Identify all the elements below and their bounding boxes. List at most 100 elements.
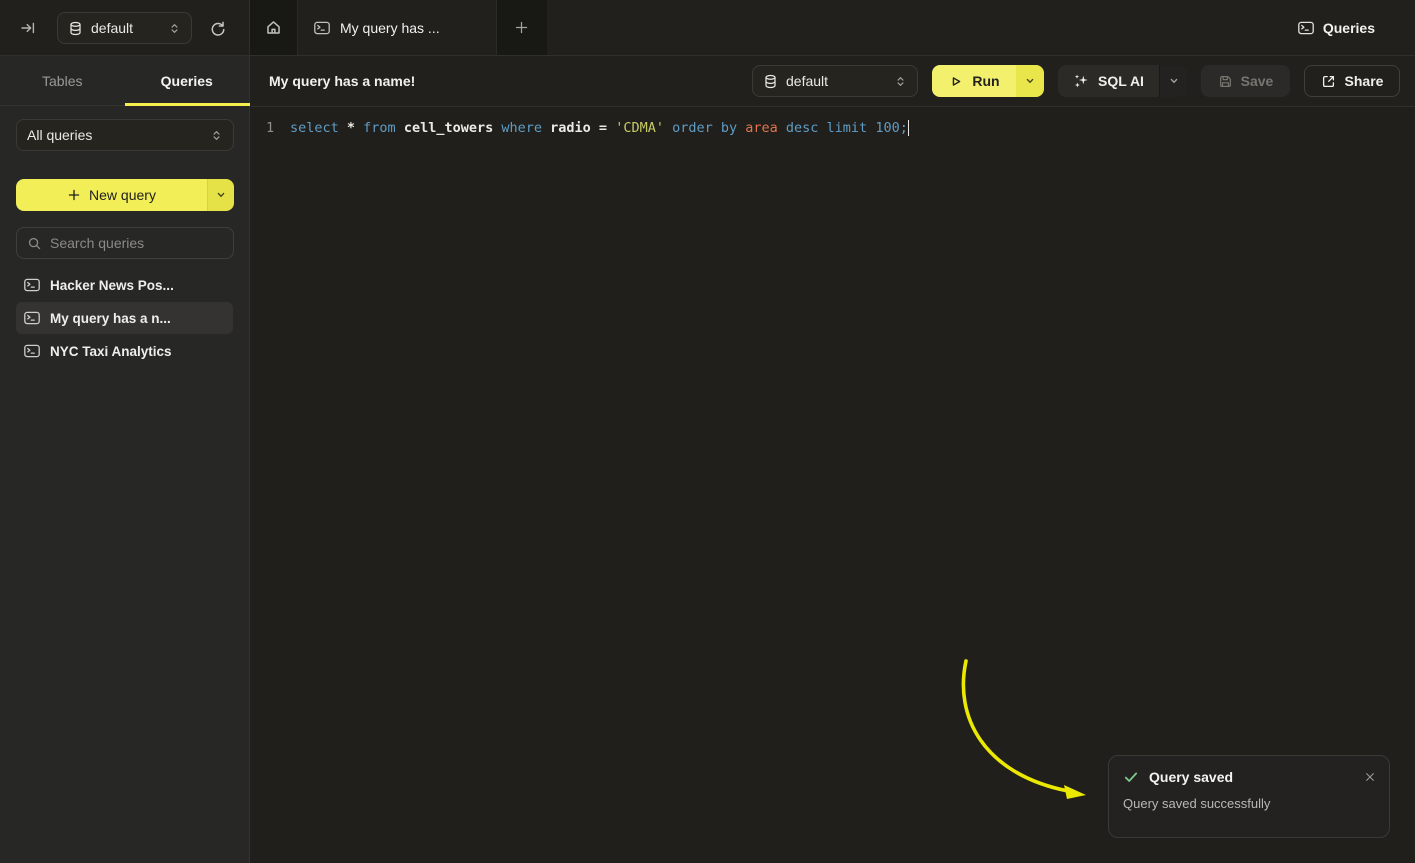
new-tab-button[interactable] (497, 0, 546, 55)
sql-token-keyword: from (363, 120, 404, 136)
queries-nav-label: Queries (1323, 20, 1375, 36)
share-icon (1321, 74, 1336, 89)
new-query-main[interactable]: New query (16, 179, 207, 211)
play-icon (948, 74, 963, 89)
tab-label: My query has ... (340, 20, 440, 36)
toolbar-database-selector[interactable]: default (752, 65, 918, 97)
query-terminal-icon (24, 278, 40, 292)
query-terminal-icon (24, 344, 40, 358)
sql-token-operator: * (347, 120, 363, 136)
top-bar: default (0, 0, 1415, 56)
query-item-label: My query has a n... (50, 311, 171, 326)
sql-ai-label: SQL AI (1098, 73, 1144, 89)
sql-token-punct: ; (900, 120, 908, 136)
plus-icon (67, 188, 81, 202)
toast-query-saved: Query saved Query saved successfully (1108, 755, 1390, 838)
check-icon (1123, 769, 1139, 785)
sql-ai-button-group: SQL AI (1058, 65, 1187, 97)
chevron-down-icon (1168, 75, 1180, 87)
close-icon[interactable] (1364, 771, 1376, 783)
run-options-dropdown[interactable] (1016, 65, 1044, 97)
query-item-label: Hacker News Pos... (50, 278, 174, 293)
topbar-left-section: default (0, 0, 250, 55)
new-query-button[interactable]: New query (16, 179, 234, 211)
sql-ai-dropdown[interactable] (1159, 65, 1187, 97)
chevron-down-icon (215, 189, 227, 201)
sql-ai-button[interactable]: SQL AI (1058, 65, 1159, 97)
sql-token-identifier: cell_towers (404, 120, 502, 136)
sql-token-keyword: desc (786, 120, 827, 136)
database-icon (68, 21, 83, 36)
sql-token-identifier: radio (550, 120, 599, 136)
sidebar-body: All queries New query (0, 106, 249, 367)
save-icon (1218, 74, 1233, 89)
collapse-sidebar-icon (20, 20, 36, 36)
run-button[interactable]: Run (932, 65, 1016, 97)
topbar-database-selector[interactable]: default (57, 12, 192, 44)
share-button[interactable]: Share (1304, 65, 1400, 97)
save-label: Save (1241, 73, 1274, 89)
share-label: Share (1345, 73, 1384, 89)
query-filter-select[interactable]: All queries (16, 119, 234, 151)
run-label: Run (972, 73, 999, 89)
tab-my-query[interactable]: My query has ... (298, 0, 497, 55)
sql-token-number: 100 (875, 120, 899, 136)
toast-title: Query saved (1149, 769, 1233, 785)
query-terminal-icon (24, 311, 40, 325)
toolbar-database-value: default (786, 73, 886, 89)
text-cursor (908, 120, 910, 136)
sql-token-keyword: limit (827, 120, 876, 136)
updown-chevrons-icon (894, 75, 907, 88)
refresh-icon (209, 20, 226, 37)
queries-terminal-icon (1298, 21, 1314, 35)
query-list-item[interactable]: NYC Taxi Analytics (16, 335, 233, 367)
collapse-sidebar-button[interactable] (16, 16, 40, 40)
run-button-group: Run (932, 65, 1044, 97)
query-search[interactable] (16, 227, 234, 259)
save-button[interactable]: Save (1201, 65, 1290, 97)
sql-editor[interactable]: 1 select * from cell_towers where radio … (251, 108, 1415, 863)
home-button[interactable] (250, 0, 298, 55)
search-icon (27, 236, 42, 251)
updown-chevrons-icon (168, 22, 181, 35)
tab-tables[interactable]: Tables (0, 56, 125, 105)
new-query-label: New query (89, 187, 156, 203)
query-toolbar: default Run (752, 65, 1400, 97)
line-number: 1 (251, 120, 290, 136)
sql-token-operator: = (599, 120, 615, 136)
toast-message: Query saved successfully (1123, 796, 1375, 811)
new-query-dropdown[interactable] (207, 179, 234, 211)
database-icon (763, 74, 778, 89)
sql-token-field: area (745, 120, 786, 136)
sidebar-tabs: Tables Queries (0, 56, 249, 106)
query-list-item-selected[interactable]: My query has a n... (16, 302, 233, 334)
refresh-button[interactable] (205, 16, 229, 40)
queries-nav-button[interactable]: Queries (1298, 0, 1375, 55)
sql-token-keyword: by (721, 120, 745, 136)
tab-queries[interactable]: Queries (125, 56, 250, 105)
sql-token-string: 'CDMA' (615, 120, 672, 136)
plus-icon (514, 20, 529, 35)
query-header: My query has a name! default (251, 56, 1415, 107)
query-terminal-icon (314, 21, 330, 35)
sql-token-keyword: order (672, 120, 721, 136)
home-icon (265, 19, 282, 36)
sql-token-keyword: select (290, 120, 347, 136)
active-tab-underline (125, 103, 250, 106)
query-list-item[interactable]: Hacker News Pos... (16, 269, 233, 301)
query-item-label: NYC Taxi Analytics (50, 344, 172, 359)
sql-code-line[interactable]: 1 select * from cell_towers where radio … (251, 117, 1415, 139)
search-queries-input[interactable] (50, 235, 231, 251)
tab-strip: My query has ... (250, 0, 547, 55)
sql-code[interactable]: select * from cell_towers where radio = … (290, 120, 908, 136)
sql-token-keyword: where (501, 120, 550, 136)
query-filter-value: All queries (27, 127, 202, 143)
toast-header: Query saved (1123, 769, 1375, 785)
sidebar: Tables Queries All queries New query (0, 56, 250, 863)
query-list: Hacker News Pos... My query has a n... (16, 269, 233, 367)
updown-chevrons-icon (210, 129, 223, 142)
topbar-database-value: default (91, 20, 160, 36)
chevron-down-icon (1024, 75, 1036, 87)
sparkles-icon (1073, 73, 1089, 89)
query-title[interactable]: My query has a name! (269, 73, 415, 89)
